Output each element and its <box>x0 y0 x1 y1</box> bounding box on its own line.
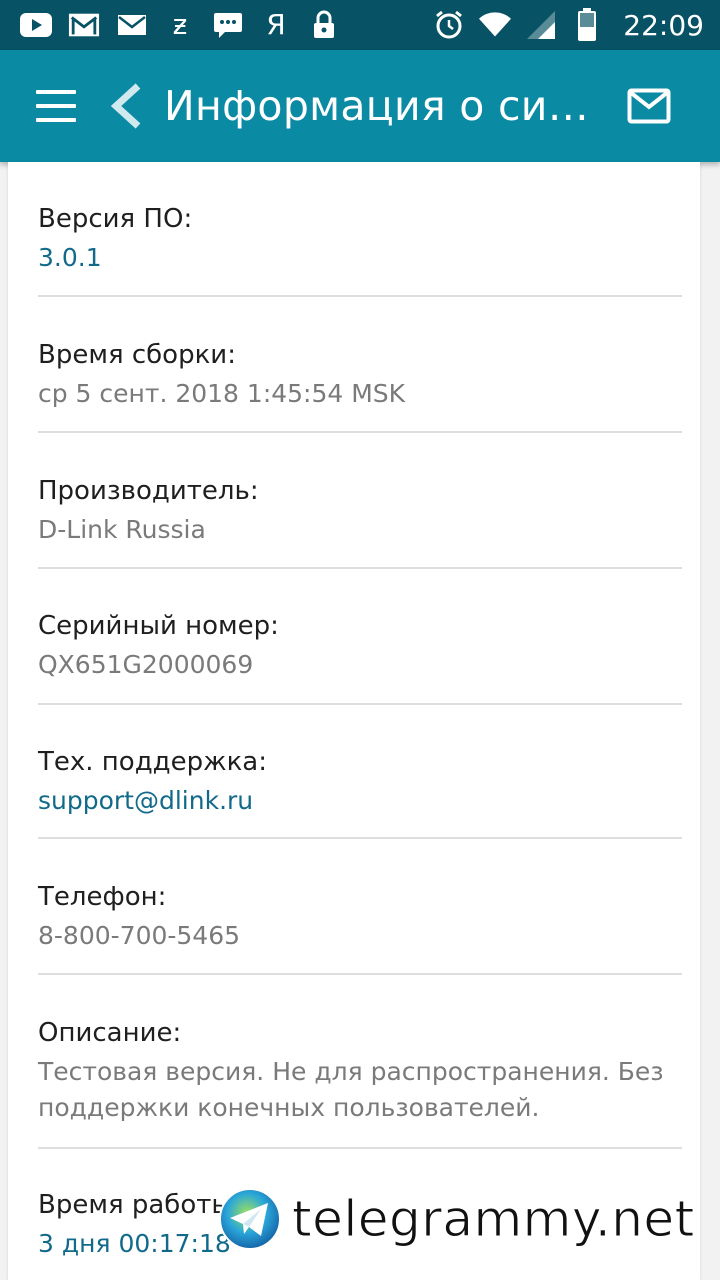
system-icons: 22:09 <box>433 8 704 42</box>
mail-icon <box>116 10 148 40</box>
info-row-build-time: Время сборки: ср 5 сент. 2018 1:45:54 MS… <box>38 338 682 412</box>
row-value: D-Link Russia <box>38 515 206 544</box>
info-row-phone: Телефон: 8-800-700-5465 <box>38 880 682 954</box>
hamburger-icon <box>36 90 76 94</box>
divider <box>38 1147 682 1149</box>
info-card: Версия ПО: 3.0.1 Время сборки: ср 5 сент… <box>8 162 700 1280</box>
info-row-firmware: Версия ПО: 3.0.1 <box>38 202 682 276</box>
chevron-left-icon <box>110 83 141 129</box>
row-value: 3.0.1 <box>38 243 102 272</box>
mail-button[interactable] <box>627 88 671 124</box>
signal-icon <box>525 10 557 40</box>
yandex-icon: Я <box>266 8 286 41</box>
alarm-icon <box>433 10 465 40</box>
mail-icon <box>627 88 671 124</box>
back-button[interactable] <box>108 82 144 130</box>
row-label: Производитель: <box>38 476 259 506</box>
info-row-support: Тех. поддержка: support@dlink.ru <box>38 745 682 819</box>
lock-icon <box>308 10 340 40</box>
row-value: Тестовая версия. Не для распространения.… <box>38 1057 664 1122</box>
divider <box>38 837 682 839</box>
hamburger-menu-button[interactable] <box>36 86 76 126</box>
wifi-icon <box>479 10 512 40</box>
info-row-vendor: Производитель: D-Link Russia <box>38 474 682 548</box>
row-label: Тех. поддержка: <box>38 747 267 777</box>
chat-icon <box>212 10 244 40</box>
info-row-serial: Серийный номер: QX651G2000069 <box>38 609 682 683</box>
app-bar: Информация о сис... <box>0 50 720 162</box>
notification-icons: ƶ Я <box>20 8 340 42</box>
zen-icon: ƶ <box>172 8 188 41</box>
status-bar: ƶ Я 22:09 <box>0 0 720 50</box>
divider <box>38 295 682 297</box>
row-label: Описание: <box>38 1018 182 1048</box>
telegram-logo-icon <box>219 1188 281 1250</box>
page-title: Информация о сис... <box>164 82 594 130</box>
row-label: Время сборки: <box>38 340 236 370</box>
support-email-link[interactable]: support@dlink.ru <box>38 783 682 819</box>
row-value: QX651G2000069 <box>38 650 254 679</box>
row-value: ср 5 сент. 2018 1:45:54 MSK <box>38 379 406 408</box>
row-label: Версия ПО: <box>38 204 193 234</box>
clock: 22:09 <box>623 8 704 42</box>
watermark: telegrammy.net <box>218 1186 695 1252</box>
divider <box>38 703 682 705</box>
battery-icon <box>571 8 603 41</box>
watermark-text: telegrammy.net <box>292 1190 695 1249</box>
row-value: 8-800-700-5465 <box>38 921 241 950</box>
gmail-icon <box>68 10 100 40</box>
info-row-description: Описание: Тестовая версия. Не для распро… <box>38 1016 682 1126</box>
divider <box>38 973 682 975</box>
divider <box>38 431 682 433</box>
youtube-icon <box>20 10 52 40</box>
row-label: Серийный номер: <box>38 611 279 641</box>
divider <box>38 567 682 569</box>
row-label: Телефон: <box>38 882 167 912</box>
